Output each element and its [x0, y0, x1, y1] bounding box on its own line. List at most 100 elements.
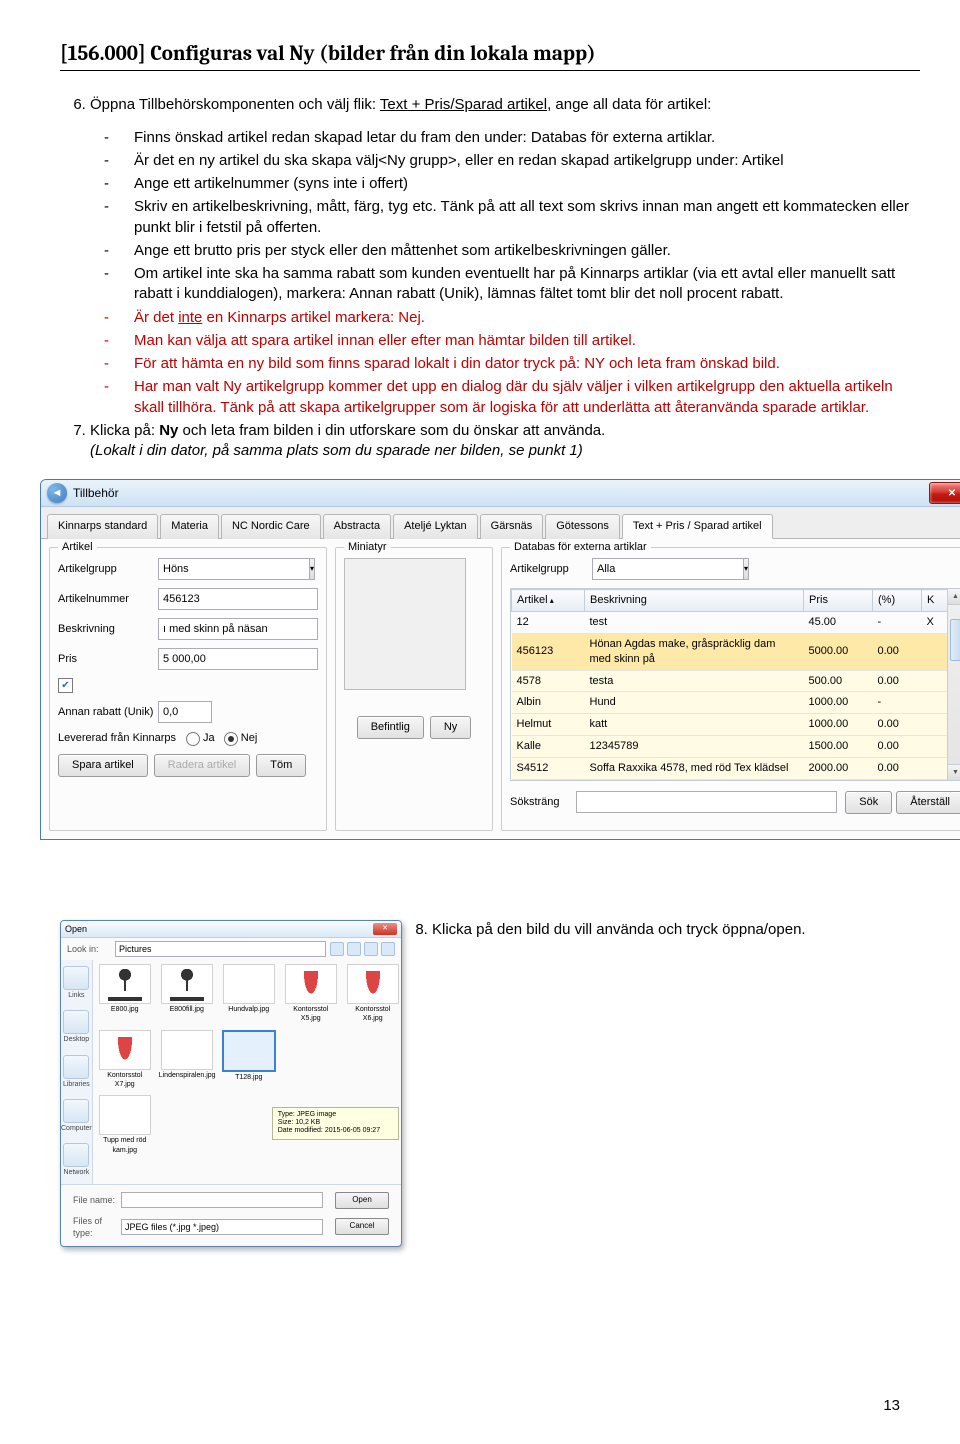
close-icon[interactable]: ✕	[373, 923, 397, 935]
file-thumb[interactable]: Kontorsstol X6.jpg	[345, 964, 401, 1024]
bullet: Ange ett brutto pris per styck eller den…	[134, 241, 920, 261]
place-libraries[interactable]: Libraries	[63, 1055, 90, 1089]
link-text-pris-sparad: Text + Pris/Sparad artikel	[380, 96, 547, 113]
window-tillbehor: ◄ Tillbehör ✕ Kinnarps standard Materia …	[40, 479, 960, 839]
beskrivning-input[interactable]	[158, 618, 318, 640]
newfolder-icon[interactable]	[364, 942, 378, 956]
col-pct[interactable]: (%)	[873, 590, 922, 612]
table-row[interactable]: 12test45.00-X	[512, 612, 960, 634]
spara-artikel-button[interactable]: Spara artikel	[58, 754, 148, 777]
table-row[interactable]: 4578testa500.000.00	[512, 670, 960, 692]
befintlig-button[interactable]: Befintlig	[357, 716, 424, 739]
tab-materia[interactable]: Materia	[160, 514, 219, 539]
tab-abstracta[interactable]: Abstracta	[323, 514, 391, 539]
rabatt-input[interactable]	[158, 701, 212, 723]
file-thumb[interactable]: Hundvalp.jpg	[221, 964, 277, 1024]
label-artikelnummer: Artikelnummer	[58, 592, 158, 607]
label-nej: Nej	[241, 731, 258, 746]
back-icon[interactable]	[330, 942, 344, 956]
dropdown-icon[interactable]: ▾	[743, 558, 749, 580]
label-pris: Pris	[58, 652, 158, 667]
tab-gotessons[interactable]: Götessons	[545, 514, 620, 539]
step-8: Klicka på den bild du vill använda och t…	[432, 920, 806, 940]
table-row[interactable]: S4512Soffa Raxxika 4578, med röd Tex klä…	[512, 757, 960, 779]
tom-button[interactable]: Töm	[256, 754, 306, 777]
thumbnail-preview	[344, 558, 466, 690]
lookin-select[interactable]: Pictures	[115, 941, 326, 957]
cancel-button[interactable]: Cancel	[335, 1218, 389, 1235]
group-title: Miniatyr	[344, 540, 391, 555]
step-7: Klicka på: Ny och leta fram bilden i din…	[90, 421, 920, 462]
file-thumb[interactable]: E800fill.jpg	[159, 964, 215, 1024]
col-beskrivning[interactable]: Beskrivning	[585, 590, 804, 612]
close-icon[interactable]: ✕	[929, 482, 960, 504]
filetype-select[interactable]: JPEG files (*.jpg *.jpeg)	[121, 1219, 323, 1235]
bullet: Om artikel inte ska ha samma rabatt som …	[134, 264, 920, 305]
label-rabatt: Annan rabatt (Unik)	[58, 705, 158, 720]
tab-kinnarps-standard[interactable]: Kinnarps standard	[47, 514, 158, 539]
artikelnummer-input[interactable]	[158, 588, 318, 610]
tab-text-pris-sparad[interactable]: Text + Pris / Sparad artikel	[622, 514, 773, 539]
back-icon[interactable]: ◄	[47, 483, 67, 503]
aterstall-button[interactable]: Återställ	[896, 791, 960, 814]
group-title: Artikel	[58, 540, 97, 555]
scrollbar[interactable]: ▲ ▼	[947, 589, 960, 780]
group-miniatyr: Miniatyr Befintlig Ny	[335, 547, 493, 830]
bullet: Ange ett artikelnummer (syns inte i offe…	[134, 174, 920, 194]
file-thumb[interactable]: Lindenspiralen.jpg	[159, 1030, 215, 1090]
checkbox[interactable]: ✔	[58, 678, 73, 693]
tab-nc-nordic[interactable]: NC Nordic Care	[221, 514, 321, 539]
page-heading: [156.000] Configuras val Ny (bilder från…	[60, 40, 920, 71]
table-row[interactable]: Helmutkatt1000.000.00	[512, 714, 960, 736]
place-links[interactable]: Links	[63, 966, 89, 1000]
page-number: 13	[883, 1396, 900, 1416]
label-ja: Ja	[203, 731, 215, 746]
artikelgrupp-input[interactable]	[158, 558, 309, 580]
pris-input[interactable]	[158, 648, 318, 670]
places-bar: Links Desktop Libraries Computer Network	[61, 960, 93, 1184]
place-desktop[interactable]: Desktop	[63, 1010, 89, 1044]
table-row-selected[interactable]: 456123Hönan Agdas make, gråspräcklig dam…	[512, 633, 960, 670]
radera-artikel-button[interactable]: Radera artikel	[154, 754, 250, 777]
bullet-red: Man kan välja att spara artikel innan el…	[134, 331, 920, 351]
scroll-thumb[interactable]	[950, 619, 960, 661]
place-computer[interactable]: Computer	[61, 1099, 92, 1133]
sok-button[interactable]: Sök	[845, 791, 892, 814]
up-icon[interactable]	[347, 942, 361, 956]
label-artikelgrupp: Artikelgrupp	[58, 562, 158, 577]
db-table: Artikel Beskrivning Pris (%) K 12test45.…	[510, 588, 960, 781]
file-thumb[interactable]: Kontorsstol X5.jpg	[283, 964, 339, 1024]
tab-garsnas[interactable]: Gärsnäs	[480, 514, 544, 539]
thumbnail-area: E800.jpg E800fill.jpg Hundvalp.jpg Konto…	[93, 960, 402, 1184]
bullet: Finns önskad artikel redan skapad letar …	[134, 128, 920, 148]
tab-atelje-lyktan[interactable]: Ateljé Lyktan	[393, 514, 478, 539]
file-thumb[interactable]: E800.jpg	[97, 964, 153, 1024]
bullet: Skriv en artikelbeskrivning, mått, färg,…	[134, 197, 920, 238]
scroll-down-icon[interactable]: ▼	[948, 764, 960, 780]
sok-input[interactable]	[576, 791, 837, 813]
open-button[interactable]: Open	[335, 1192, 389, 1209]
group-title: Databas för externa artiklar	[510, 540, 651, 555]
col-pris[interactable]: Pris	[804, 590, 873, 612]
viewmode-icon[interactable]	[381, 942, 395, 956]
filename-input[interactable]	[121, 1192, 323, 1208]
group-databas: Databas för externa artiklar Artikelgrup…	[501, 547, 960, 830]
dropdown-icon[interactable]: ▾	[309, 558, 315, 580]
place-network[interactable]: Network	[63, 1143, 89, 1177]
window-title: Tillbehör	[73, 485, 119, 501]
label-lookin: Look in:	[67, 943, 111, 955]
table-row[interactable]: Kalle123457891500.000.00	[512, 736, 960, 758]
db-grupp-input[interactable]	[592, 558, 743, 580]
table-row[interactable]: AlbinHund1000.00-	[512, 692, 960, 714]
file-thumb[interactable]: Kontorsstol X7.jpg	[97, 1030, 153, 1090]
radio-ja[interactable]	[186, 732, 200, 746]
open-file-dialog: Open ✕ Look in: Pictures Links Desktop L…	[60, 920, 402, 1247]
file-thumb-selected[interactable]: T128.jpg	[221, 1030, 277, 1090]
col-artikel[interactable]: Artikel	[512, 590, 585, 612]
scroll-up-icon[interactable]: ▲	[948, 589, 960, 605]
radio-nej[interactable]	[224, 732, 238, 746]
file-thumb[interactable]: Tupp med röd kam.jpg	[97, 1095, 153, 1155]
label-filetype: Files of type:	[73, 1215, 117, 1239]
dialog-title: Open	[65, 923, 87, 935]
ny-button[interactable]: Ny	[430, 716, 471, 739]
